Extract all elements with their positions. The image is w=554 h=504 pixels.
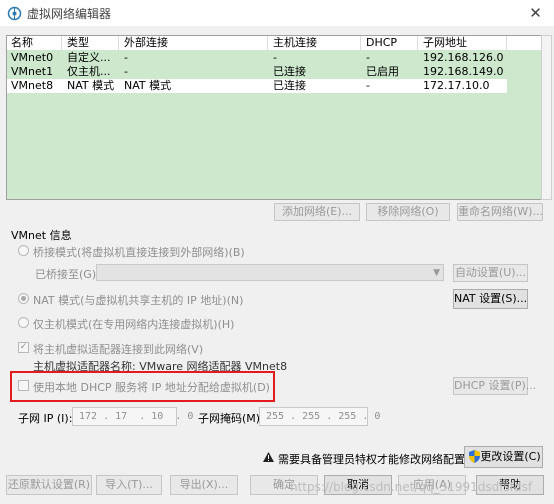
subnet-ip-label: 子网 IP (I): xyxy=(18,412,73,425)
dhcp-checkbox[interactable] xyxy=(18,380,29,391)
change-settings-button[interactable]: 更改设置(C) xyxy=(464,446,543,468)
add-network-button[interactable]: 添加网络(E)... xyxy=(274,203,360,221)
subnet-ip-field[interactable]: 172 . 17 . 10 . 0 xyxy=(72,407,193,426)
table-cell: 已启用 xyxy=(366,65,399,78)
network-app-icon xyxy=(7,6,22,21)
table-cell: NAT 模式 xyxy=(67,79,115,92)
auto-settings-button[interactable]: 自动设置(U)... xyxy=(453,264,528,282)
table-row[interactable]: VMnet0 自定义... - - - 192.168.126.0 xyxy=(7,51,507,65)
dhcp-settings-button[interactable]: DHCP 设置(P)... xyxy=(453,377,536,395)
radio-selected-dot xyxy=(21,296,26,301)
column-header[interactable]: 名称 xyxy=(7,36,62,50)
host-only-mode-label: 仅主机模式(在专用网络内连接虚拟机)(H) xyxy=(33,318,235,331)
table-cell: - xyxy=(366,51,370,64)
table-cell: VMnet8 xyxy=(11,79,54,92)
shield-icon xyxy=(469,450,480,463)
column-header[interactable]: 主机连接 xyxy=(269,36,361,50)
table-cell: 自定义... xyxy=(67,51,111,64)
nat-mode-label: NAT 模式(与虚拟机共享主机的 IP 地址)(N) xyxy=(33,294,244,307)
table-cell: NAT 模式 xyxy=(124,79,172,92)
close-icon[interactable]: ✕ xyxy=(517,0,554,26)
remove-network-button[interactable]: 移除网络(O) xyxy=(366,203,450,221)
table-cell: 已连接 xyxy=(273,65,306,78)
network-table[interactable]: 名称 类型 外部连接 主机连接 DHCP 子网地址 VMnet0 自定义... … xyxy=(6,35,542,200)
column-header[interactable]: 子网地址 xyxy=(419,36,507,50)
table-row[interactable]: VMnet1 仅主机... - 已连接 已启用 192.168.149.0 xyxy=(7,65,507,79)
window-title: 虚拟网络编辑器 xyxy=(27,7,112,21)
import-button[interactable]: 导入(T)... xyxy=(96,475,162,495)
table-cell: VMnet0 xyxy=(11,51,54,64)
table-cell: 192.168.149.0 xyxy=(423,65,504,78)
table-header: 名称 类型 外部连接 主机连接 DHCP 子网地址 xyxy=(7,36,541,50)
bridged-mode-radio[interactable] xyxy=(18,245,29,256)
warning-icon xyxy=(263,452,274,462)
restore-defaults-button[interactable]: 还原默认设置(R) xyxy=(6,475,92,495)
table-cell: - xyxy=(273,51,277,64)
connect-adapter-label: 将主机虚拟适配器连接到此网络(V) xyxy=(33,343,204,356)
change-settings-label: 更改设置(C) xyxy=(480,450,541,463)
watermark-text: https://blog.csdn.net/qq_31991dsdfsfdsf xyxy=(290,480,533,494)
bridged-to-select[interactable]: ▼ xyxy=(96,264,444,281)
chevron-down-icon: ▼ xyxy=(433,268,440,278)
bridged-to-label: 已桥接至(G): xyxy=(35,268,100,281)
column-header[interactable]: 外部连接 xyxy=(120,36,268,50)
bridged-mode-label: 桥接模式(将虚拟机直接连接到外部网络)(B) xyxy=(33,246,245,259)
subnet-mask-field[interactable]: 255 . 255 . 255 . 0 xyxy=(259,407,380,426)
connect-adapter-checkbox[interactable]: ✓ xyxy=(18,342,29,353)
table-cell: - xyxy=(124,51,128,64)
host-only-mode-radio[interactable] xyxy=(18,317,29,328)
table-cell: VMnet1 xyxy=(11,65,54,78)
table-cell: 仅主机... xyxy=(67,65,111,78)
table-row-selected[interactable]: VMnet8 NAT 模式 NAT 模式 已连接 - 172.17.10.0 xyxy=(7,79,507,93)
table-cell: - xyxy=(124,65,128,78)
table-cell: 已连接 xyxy=(273,79,306,92)
column-header[interactable]: 类型 xyxy=(63,36,119,50)
table-cell: 192.168.126.0 xyxy=(423,51,504,64)
column-header[interactable]: DHCP xyxy=(362,36,418,50)
export-button[interactable]: 导出(X)... xyxy=(170,475,238,495)
table-scrollbar[interactable] xyxy=(541,35,552,200)
table-cell: 172.17.10.0 xyxy=(423,79,490,92)
rename-network-button[interactable]: 重命名网络(W)... xyxy=(457,203,543,221)
subnet-mask-label: 子网掩码(M): xyxy=(198,412,264,425)
table-cell: - xyxy=(366,79,370,92)
nat-settings-button[interactable]: NAT 设置(S)... xyxy=(453,289,528,309)
admin-notice: 需要具备管理员特权才能修改网络配置。 xyxy=(278,453,476,466)
vmnet-info-group-label: VMnet 信息 xyxy=(11,229,72,242)
nat-mode-radio[interactable] xyxy=(18,293,29,304)
dhcp-label: 使用本地 DHCP 服务将 IP 地址分配给虚拟机(D) xyxy=(33,381,270,394)
